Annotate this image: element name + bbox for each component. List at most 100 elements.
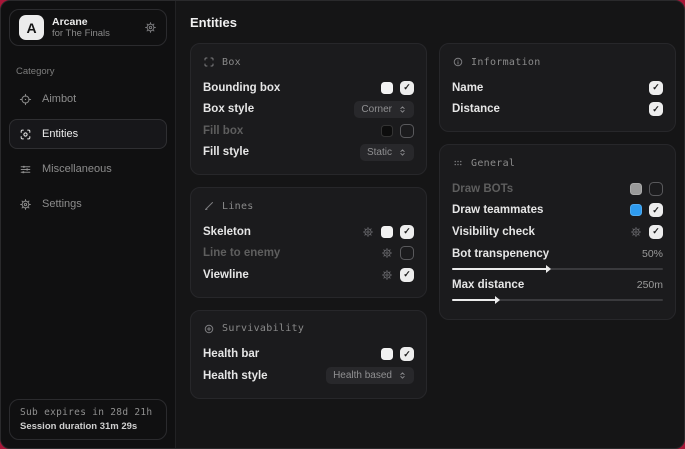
section-title: Lines bbox=[222, 201, 254, 212]
app-logo: A bbox=[19, 15, 44, 40]
max-distance-slider-group: Max distance 250m bbox=[452, 277, 663, 301]
box-section-card: Box Bounding box ✓ Box style Corn bbox=[190, 43, 427, 175]
grid-dots-icon bbox=[452, 157, 464, 169]
slider-label: Bot transpenency bbox=[452, 248, 642, 260]
slider-value: 50% bbox=[642, 248, 663, 260]
fill-box-row: Fill box ✓ bbox=[203, 120, 414, 142]
app-title-block: Arcane for The Finals bbox=[52, 16, 136, 40]
slider-label: Max distance bbox=[452, 279, 637, 291]
bounding-box-color-swatch[interactable] bbox=[381, 82, 393, 94]
app-header-card: A Arcane for The Finals bbox=[9, 9, 167, 46]
bot-transparency-slider-group: Bot transpenency 50% bbox=[452, 246, 663, 270]
general-section-header: General bbox=[452, 157, 663, 169]
setting-label: Fill box bbox=[203, 125, 381, 137]
setting-label: Draw BOTs bbox=[452, 183, 630, 195]
information-section-header: Information bbox=[452, 56, 663, 68]
setting-label: Viewline bbox=[203, 269, 381, 281]
sidebar-item-settings[interactable]: Settings bbox=[9, 189, 167, 219]
visibility-check-row: Visibility check ✓ bbox=[452, 221, 663, 243]
box-corners-icon bbox=[203, 56, 215, 68]
skeleton-checkbox[interactable]: ✓ bbox=[400, 225, 414, 239]
bounding-box-checkbox[interactable]: ✓ bbox=[400, 81, 414, 95]
fill-style-row: Fill style Static bbox=[203, 142, 414, 164]
visibility-check-settings-gear-icon[interactable] bbox=[630, 226, 642, 238]
setting-label: Name bbox=[452, 82, 649, 94]
left-column: Box Bounding box ✓ Box style Corn bbox=[190, 43, 427, 399]
section-title: Survivability bbox=[222, 323, 304, 334]
slider-fill[interactable] bbox=[452, 299, 496, 301]
sidebar-item-entities[interactable]: Entities bbox=[9, 119, 167, 149]
viewline-settings-gear-icon[interactable] bbox=[381, 269, 393, 281]
draw-bots-checkbox[interactable]: ✓ bbox=[649, 182, 663, 196]
health-bar-color-swatch[interactable] bbox=[381, 348, 393, 360]
slider-value: 250m bbox=[637, 279, 663, 291]
line-to-enemy-row: Line to enemy ✓ bbox=[203, 243, 414, 265]
visibility-check-checkbox[interactable]: ✓ bbox=[649, 225, 663, 239]
category-label: Category bbox=[16, 66, 175, 77]
skeleton-row: Skeleton ✓ bbox=[203, 221, 414, 243]
dropdown-value: Corner bbox=[361, 104, 392, 115]
sidebar-item-miscellaneous[interactable]: Miscellaneous bbox=[9, 154, 167, 184]
dropdown-value: Health based bbox=[333, 370, 392, 381]
lines-section-header: Lines bbox=[203, 200, 414, 212]
box-section-header: Box bbox=[203, 56, 414, 68]
sub-expiry-text: Sub expires in 28d 21h bbox=[20, 407, 156, 418]
name-row: Name ✓ bbox=[452, 77, 663, 99]
skeleton-color-swatch[interactable] bbox=[381, 226, 393, 238]
sidebar-nav: Aimbot Entities Miscellaneous Settings bbox=[1, 79, 175, 219]
health-style-row: Health style Health based bbox=[203, 365, 414, 387]
line-to-enemy-checkbox[interactable]: ✓ bbox=[400, 246, 414, 260]
setting-label: Visibility check bbox=[452, 226, 630, 238]
app-window: A Arcane for The Finals Category Aimbot … bbox=[0, 0, 685, 449]
gear-icon bbox=[19, 198, 32, 211]
fill-box-color-swatch[interactable] bbox=[381, 125, 393, 137]
chevron-updown-icon bbox=[398, 105, 407, 114]
bounding-box-row: Bounding box ✓ bbox=[203, 77, 414, 99]
line-to-enemy-settings-gear-icon[interactable] bbox=[381, 247, 393, 259]
health-bar-checkbox[interactable]: ✓ bbox=[400, 347, 414, 361]
section-title: Box bbox=[222, 57, 241, 68]
setting-label: Skeleton bbox=[203, 226, 362, 238]
page-title: Entities bbox=[190, 15, 676, 30]
bot-transparency-slider[interactable] bbox=[452, 268, 663, 270]
session-duration-text: Session duration 31m 29s bbox=[20, 421, 156, 432]
skeleton-settings-gear-icon[interactable] bbox=[362, 226, 374, 238]
setting-label: Bounding box bbox=[203, 82, 381, 94]
slider-fill[interactable] bbox=[452, 268, 547, 270]
viewline-row: Viewline ✓ bbox=[203, 264, 414, 286]
info-icon bbox=[452, 56, 464, 68]
box-style-dropdown[interactable]: Corner bbox=[354, 101, 414, 118]
sidebar-item-label: Aimbot bbox=[42, 93, 76, 105]
fill-style-dropdown[interactable]: Static bbox=[360, 144, 414, 161]
sidebar-item-label: Miscellaneous bbox=[42, 163, 112, 175]
setting-label: Line to enemy bbox=[203, 247, 381, 259]
right-column: Information Name ✓ Distance ✓ bbox=[439, 43, 676, 320]
setting-label: Health style bbox=[203, 370, 326, 382]
draw-teammates-color-swatch[interactable] bbox=[630, 204, 642, 216]
distance-row: Distance ✓ bbox=[452, 99, 663, 121]
health-style-dropdown[interactable]: Health based bbox=[326, 367, 414, 384]
draw-bots-color-swatch[interactable] bbox=[630, 183, 642, 195]
sidebar-item-label: Settings bbox=[42, 198, 82, 210]
sidebar-item-label: Entities bbox=[42, 128, 78, 140]
app-title: Arcane bbox=[52, 16, 136, 29]
viewline-checkbox[interactable]: ✓ bbox=[400, 268, 414, 282]
fill-box-checkbox[interactable]: ✓ bbox=[400, 124, 414, 138]
survivability-section-card: Survivability Health bar ✓ Health style bbox=[190, 310, 427, 399]
max-distance-slider[interactable] bbox=[452, 299, 663, 301]
name-checkbox[interactable]: ✓ bbox=[649, 81, 663, 95]
main-panel: Entities Box Bounding box ✓ bbox=[176, 1, 685, 448]
lines-section-card: Lines Skeleton ✓ Line to enemy bbox=[190, 187, 427, 298]
setting-label: Box style bbox=[203, 103, 354, 115]
survivability-section-header: Survivability bbox=[203, 323, 414, 335]
chevron-updown-icon bbox=[398, 371, 407, 380]
scan-icon bbox=[19, 128, 32, 141]
sidebar-item-aimbot[interactable]: Aimbot bbox=[9, 84, 167, 114]
setting-label: Fill style bbox=[203, 146, 360, 158]
app-settings-gear-icon[interactable] bbox=[144, 21, 157, 34]
sliders-icon bbox=[19, 163, 32, 176]
dropdown-value: Static bbox=[367, 147, 392, 158]
chevron-updown-icon bbox=[398, 148, 407, 157]
draw-teammates-checkbox[interactable]: ✓ bbox=[649, 203, 663, 217]
distance-checkbox[interactable]: ✓ bbox=[649, 102, 663, 116]
